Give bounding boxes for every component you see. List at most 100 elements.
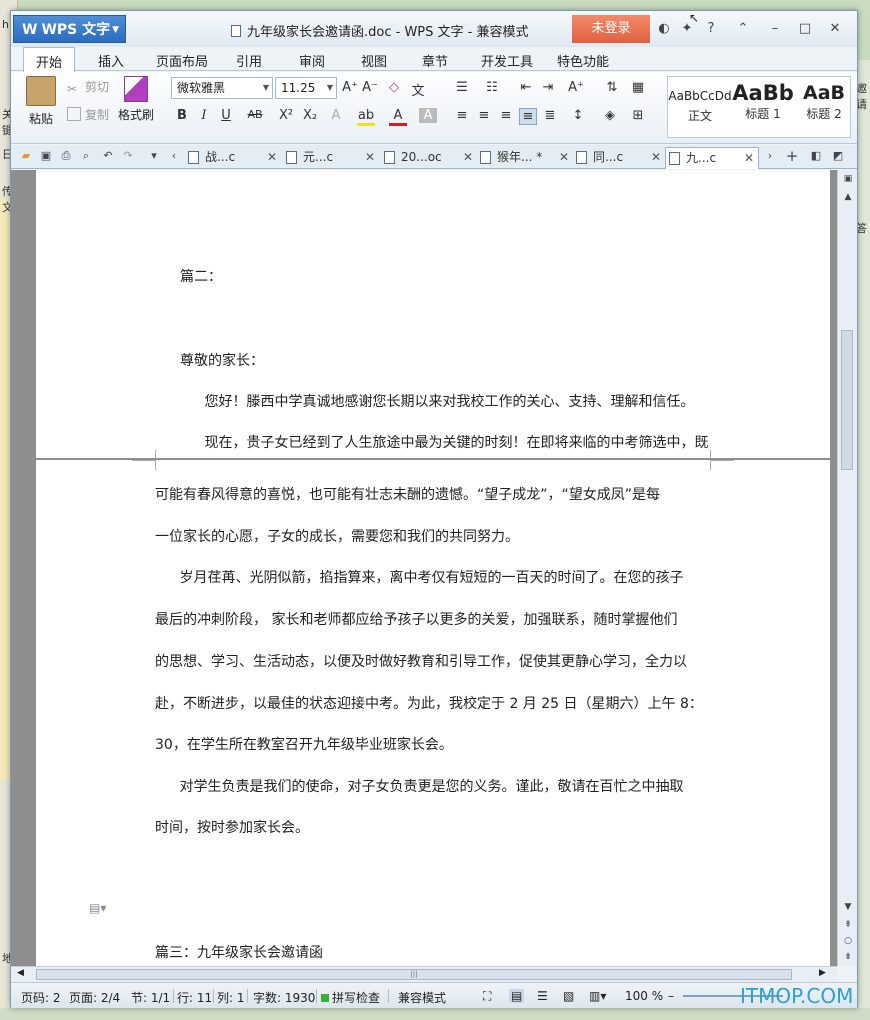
pinyin-icon[interactable]: 文 — [409, 80, 427, 99]
shrink-font-icon[interactable]: A⁻ — [361, 80, 379, 95]
paste-button[interactable]: 粘贴 — [23, 76, 59, 127]
copy-button[interactable]: 复制 — [67, 106, 109, 123]
status-pages[interactable]: 页面: 2/4 — [69, 989, 120, 1006]
underline-button[interactable]: U — [217, 108, 235, 123]
decrease-indent-icon[interactable]: ⇤ — [517, 80, 535, 95]
style-heading-1[interactable]: AaBb 标题 1 — [732, 77, 794, 137]
spell-check-toggle[interactable]: 拼写检查 — [321, 989, 380, 1006]
align-center-icon[interactable]: ≡ — [475, 108, 493, 123]
text-effect-icon[interactable]: A — [327, 108, 345, 123]
font-size-select[interactable]: 11.25 ▼ — [275, 77, 337, 99]
next-page-icon[interactable]: ⇟ — [841, 952, 855, 962]
full-screen-icon[interactable]: ⛶ — [483, 989, 491, 1004]
subscript-button[interactable]: X₂ — [299, 108, 321, 123]
close-tab-icon[interactable]: ✕ — [744, 148, 754, 168]
doc-tab[interactable]: 猴年... * ✕ — [477, 147, 573, 169]
doc-tab[interactable]: 战...c ✕ — [185, 147, 281, 169]
clear-format-icon[interactable]: ◇ — [385, 80, 403, 95]
reading-view-icon[interactable]: ▥▾ — [589, 989, 606, 1003]
scroll-right-icon[interactable]: ▶ — [819, 968, 826, 978]
cut-button[interactable]: ✂ 剪切 — [67, 78, 109, 96]
tab-list-icon[interactable]: ◧ — [809, 149, 823, 163]
open-folder-icon[interactable]: ▰ — [19, 149, 33, 163]
zoom-level[interactable]: 100 % — [625, 989, 663, 1003]
browse-object-icon[interactable]: ○ — [841, 936, 855, 946]
outline-view-icon[interactable]: ☰ — [537, 989, 548, 1003]
tab-home[interactable]: 开始 — [23, 47, 76, 72]
tab-view[interactable]: 视图 — [361, 51, 387, 70]
justify-icon[interactable]: ≡ — [519, 108, 537, 125]
scroll-up-icon[interactable]: ▲ — [841, 192, 855, 202]
table-icon[interactable]: ▦ — [629, 80, 647, 95]
prev-page-icon[interactable]: ⇞ — [841, 920, 855, 930]
strikethrough-button[interactable]: AB — [243, 108, 267, 121]
print-icon[interactable]: ⎙ — [59, 149, 73, 163]
tabs-scroll-left-icon[interactable]: ‹ — [167, 149, 181, 163]
vertical-scrollbar[interactable]: ▣ ▲ ▼ ⇞ ○ ⇟ — [837, 170, 857, 966]
shading-icon[interactable]: ◈ — [601, 108, 619, 123]
horizontal-scrollbar[interactable]: ◀ ||| ▶ — [11, 966, 837, 982]
highlight-icon[interactable]: ab — [357, 108, 375, 126]
close-tab-icon[interactable]: ✕ — [365, 147, 375, 167]
scroll-top-icon[interactable]: ▣ — [841, 174, 855, 184]
font-name-select[interactable]: 微软雅黑 ▼ — [171, 77, 273, 99]
grow-font-icon[interactable]: A⁺ — [341, 80, 359, 95]
app-menu-button[interactable]: W WPS 文字 ▼ — [13, 15, 126, 43]
italic-button[interactable]: I — [195, 108, 213, 123]
close-tab-icon[interactable]: ✕ — [559, 147, 569, 167]
font-color-icon[interactable]: A — [389, 108, 407, 126]
char-shading-icon[interactable]: A — [419, 108, 437, 123]
page-view-icon[interactable]: ▤ — [509, 989, 525, 1003]
tab-menu-icon[interactable]: ◩ — [831, 149, 845, 163]
style-heading-2[interactable]: AaB 标题 2 — [796, 77, 850, 137]
tab-page-layout[interactable]: 页面布局 — [156, 51, 208, 70]
tab-insert[interactable]: 插入 — [98, 51, 124, 70]
help-icon[interactable]: ? — [703, 21, 719, 37]
sort-icon[interactable]: ⇅ — [603, 80, 621, 95]
close-icon[interactable]: ✕ — [827, 21, 843, 37]
web-view-icon[interactable]: ▧ — [563, 989, 574, 1003]
skin-icon[interactable]: ◐ — [656, 21, 672, 37]
tab-review[interactable]: 审阅 — [299, 51, 325, 70]
line-spacing-icon[interactable]: ↕ — [569, 108, 587, 123]
scroll-left-icon[interactable]: ◀ — [17, 968, 24, 978]
zoom-out-icon[interactable]: – — [668, 989, 674, 1003]
page-1[interactable]: 篇二： 尊敬的家长： 您好！滕西中学真诚地感谢您长期以来对我校工作的关心、支持、… — [36, 170, 830, 460]
doc-tab[interactable]: 元...c ✕ — [283, 147, 379, 169]
tab-chapter[interactable]: 章节 — [422, 51, 448, 70]
collapse-ribbon-icon[interactable]: ⌃ — [735, 21, 751, 37]
tabs-scroll-right-icon[interactable]: › — [763, 149, 777, 163]
document-canvas[interactable]: 篇二： 尊敬的家长： 您好！滕西中学真诚地感谢您长期以来对我校工作的关心、支持、… — [11, 170, 837, 966]
close-tab-icon[interactable]: ✕ — [463, 147, 473, 167]
doc-tab-active[interactable]: 九...c ✕ — [665, 147, 759, 169]
tab-special[interactable]: 特色功能 — [557, 51, 609, 70]
new-tab-icon[interactable]: + — [785, 149, 799, 164]
increase-indent-icon[interactable]: ⇥ — [539, 80, 557, 95]
numbering-icon[interactable]: ☷ — [483, 80, 501, 95]
format-painter-button[interactable]: 格式刷 — [115, 76, 157, 123]
bold-button[interactable]: B — [173, 108, 191, 123]
minimize-icon[interactable]: – — [767, 21, 783, 37]
borders-icon[interactable]: ⊞ — [629, 108, 647, 123]
doc-tab[interactable]: 同...c ✕ — [573, 147, 665, 169]
close-tab-icon[interactable]: ✕ — [267, 147, 277, 167]
superscript-button[interactable]: X² — [275, 108, 297, 123]
undo-icon[interactable]: ↶ — [101, 149, 115, 163]
chevron-down-icon[interactable]: ▾ — [147, 149, 161, 163]
close-tab-icon[interactable]: ✕ — [651, 147, 661, 167]
paragraph-options-icon[interactable]: ▤▾ — [89, 901, 106, 915]
align-left-icon[interactable]: ≡ — [453, 108, 471, 123]
scroll-thumb[interactable]: ||| — [36, 969, 792, 980]
style-normal[interactable]: AaBbCcDd 正文 — [668, 77, 732, 137]
save-icon[interactable]: ▣ — [39, 149, 53, 163]
bullets-icon[interactable]: ☰ — [453, 80, 471, 95]
status-word-count[interactable]: 字数: 1930 — [253, 989, 315, 1006]
scroll-down-icon[interactable]: ▼ — [841, 902, 855, 912]
maximize-icon[interactable]: □ — [797, 21, 813, 37]
print-preview-icon[interactable]: ⌕ — [79, 149, 93, 163]
tab-developer[interactable]: 开发工具 — [481, 51, 533, 70]
redo-icon[interactable]: ↷ — [121, 149, 135, 163]
page-2[interactable]: 可能有春风得意的喜悦，也可能有壮志未酬的遗憾。“望子成龙”，“望女成凤”是每 一… — [36, 460, 830, 966]
distribute-icon[interactable]: ≣ — [541, 108, 559, 123]
scroll-thumb[interactable] — [841, 330, 853, 470]
